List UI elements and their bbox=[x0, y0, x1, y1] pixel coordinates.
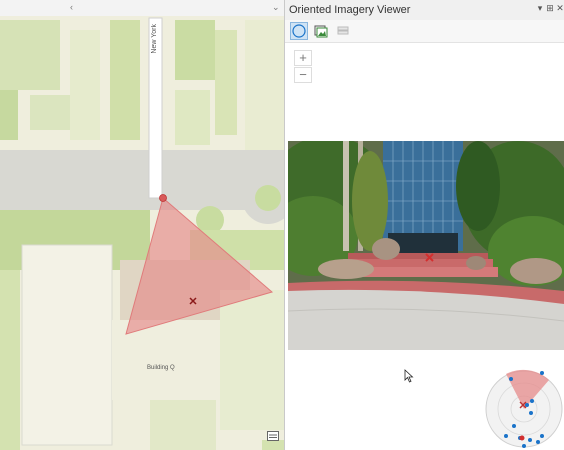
street-label: New York bbox=[151, 24, 158, 54]
dropdown-icon[interactable]: ▾ bbox=[535, 3, 545, 14]
coverage-map[interactable] bbox=[484, 368, 564, 450]
current-image-dot bbox=[519, 435, 525, 441]
zoom-out-button[interactable]: − bbox=[294, 67, 312, 83]
park-area bbox=[150, 400, 216, 450]
building-label: Building Q bbox=[147, 365, 175, 371]
image-gallery-icon bbox=[314, 25, 328, 38]
layers-tool-button[interactable] bbox=[334, 22, 352, 40]
steps bbox=[348, 253, 488, 259]
park-area bbox=[175, 90, 210, 145]
park-area bbox=[0, 270, 20, 450]
basemap bbox=[0, 16, 284, 450]
park-area bbox=[245, 20, 284, 150]
viewer-toolbar bbox=[285, 20, 564, 43]
pillar bbox=[343, 141, 349, 251]
park-area bbox=[175, 20, 215, 80]
building-outline bbox=[21, 244, 113, 446]
mouse-cursor-icon bbox=[404, 369, 414, 383]
road-area bbox=[0, 150, 284, 210]
park-area bbox=[220, 290, 284, 430]
park-area bbox=[0, 20, 60, 90]
boulder bbox=[372, 238, 400, 260]
compass-icon bbox=[292, 24, 306, 38]
map-overview-icon[interactable] bbox=[266, 431, 279, 442]
park-area bbox=[70, 30, 100, 140]
map-view[interactable]: ‹ ⌄ New York Building Q bbox=[0, 0, 285, 450]
boulder bbox=[466, 256, 486, 270]
park-area bbox=[30, 95, 70, 130]
navigate-tool-button[interactable] bbox=[290, 22, 308, 40]
boulder bbox=[318, 259, 374, 279]
tree bbox=[456, 141, 500, 231]
park-area bbox=[215, 30, 237, 135]
boulder bbox=[510, 258, 562, 284]
tree bbox=[352, 151, 388, 251]
map-top-marker: ‹ bbox=[70, 2, 73, 12]
map-top-bar: ‹ ⌄ bbox=[0, 0, 284, 17]
park-area bbox=[255, 185, 281, 211]
close-icon[interactable]: ✕ bbox=[555, 3, 564, 14]
viewer-title: Oriented Imagery Viewer bbox=[289, 4, 411, 16]
layers-icon bbox=[337, 26, 349, 35]
dock-icon[interactable]: ⊞ bbox=[545, 3, 555, 14]
park-area bbox=[0, 90, 18, 140]
park-area bbox=[110, 20, 140, 140]
image-gallery-tool-button[interactable] bbox=[312, 22, 330, 40]
viewer-header: Oriented Imagery Viewer ▾ ⊞ ✕ bbox=[285, 0, 564, 20]
camera-location-icon[interactable] bbox=[159, 194, 167, 202]
oriented-image[interactable] bbox=[288, 141, 564, 350]
zoom-in-button[interactable]: + bbox=[294, 50, 312, 66]
map-collapse-icon[interactable]: ⌄ bbox=[272, 2, 280, 13]
